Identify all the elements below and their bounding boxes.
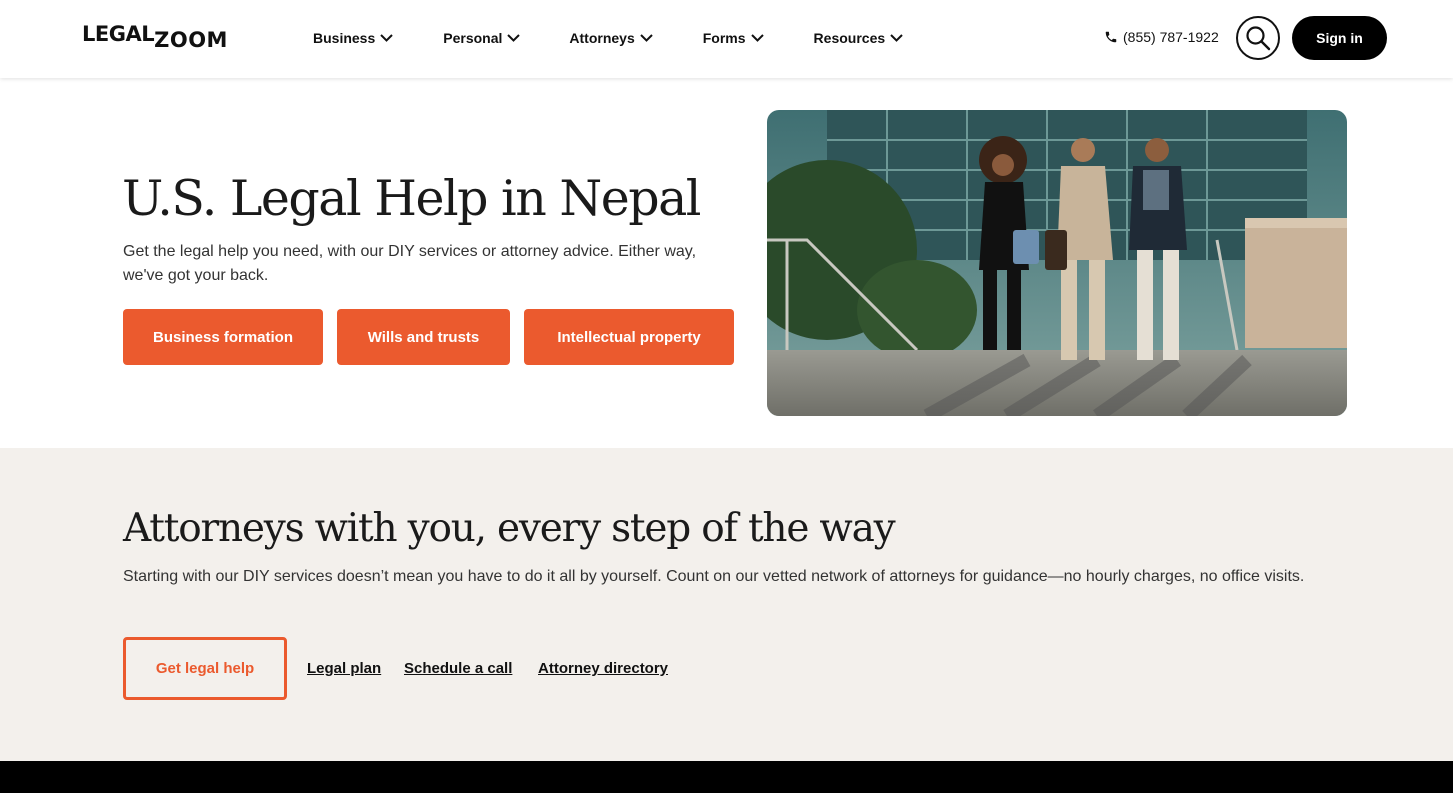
chevron-down-icon [890,34,903,42]
logo-legal-text: LEGAL [82,22,155,46]
nav-business-label: Business [313,30,376,46]
chevron-down-icon [507,34,521,42]
site-header: LEGALZOOM Business Personal Attorneys Fo… [0,0,1453,78]
wills-and-trusts-button[interactable]: Wills and trusts [337,309,510,365]
chevron-down-icon [380,34,393,42]
nav-attorneys[interactable]: Attorneys [569,28,653,48]
phone-number: (855) 787-1922 [1123,29,1219,45]
footer-band [0,761,1453,793]
chevron-down-icon [750,34,764,42]
chevron-down-icon [640,34,653,42]
attorney-directory-link[interactable]: Attorney directory [538,660,668,677]
phone-icon [1105,31,1117,43]
nav-resources-label: Resources [813,30,886,46]
nav-personal-label: Personal [443,30,503,46]
legalzoom-logo[interactable]: LEGALZOOM [82,22,228,51]
hero-button-group: Business formation Wills and trusts Inte… [123,309,734,365]
nav-forms[interactable]: Forms [703,28,764,48]
get-legal-help-button[interactable]: Get legal help [123,637,287,700]
people-walking-photo [767,110,1347,416]
nav-resources[interactable]: Resources [814,28,904,48]
business-formation-button[interactable]: Business formation [123,309,323,365]
intellectual-property-button[interactable]: Intellectual property [524,309,734,365]
attorneys-title: Attorneys with you, every step of the wa… [123,506,896,551]
search-button[interactable] [1236,16,1280,60]
search-icon [1246,26,1271,51]
schedule-a-call-link[interactable]: Schedule a call [404,660,512,677]
phone-link[interactable]: (855) 787-1922 [1104,29,1219,45]
hero-title: U.S. Legal Help in Nepal [122,170,701,227]
hero-photo [767,110,1347,416]
attorneys-subtitle: Starting with our DIY services doesn’t m… [123,568,1305,585]
legal-plan-link[interactable]: Legal plan [307,660,381,677]
nav-personal[interactable]: Personal [443,28,521,48]
sign-in-button[interactable]: Sign in [1292,16,1387,60]
nav-forms-label: Forms [702,30,746,46]
hero-subtitle: Get the legal help you need, with our DI… [123,243,697,284]
main-nav: Business Personal Attorneys Forms Resour… [313,28,903,48]
attorneys-section: Attorneys with you, every step of the wa… [0,448,1453,761]
nav-attorneys-label: Attorneys [569,30,635,46]
logo-zoom-text: ZOOM [154,28,228,52]
nav-business[interactable]: Business [313,28,393,48]
